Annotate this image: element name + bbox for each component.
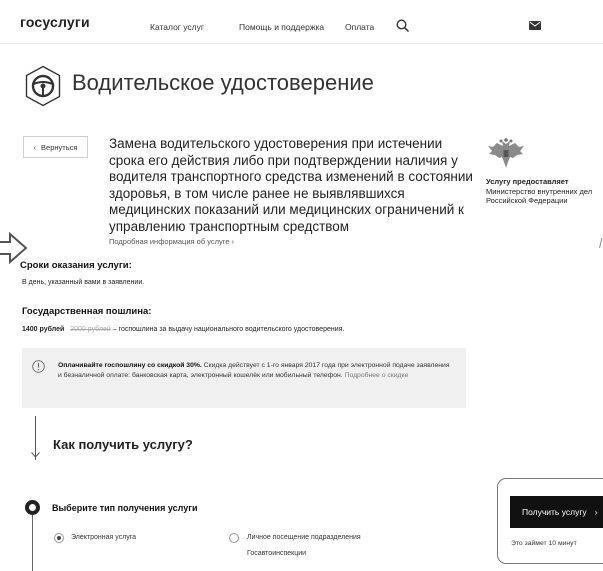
fee-text: 1400 рублей 2000 рублей – госпошлина за … [22, 326, 344, 333]
scroll-indicator [599, 238, 603, 248]
info-icon [32, 360, 45, 373]
fee-old-price: 2000 рублей [70, 326, 111, 333]
gosuslugi-logo[interactable]: госуслуги [20, 14, 90, 30]
terms-text: В день, указанный вами в заявлении. [22, 279, 145, 286]
arrow-down-icon [31, 452, 40, 458]
provider-name: Министерство внутренних дел Российской Ф… [486, 186, 593, 206]
service-provider: Услугу предоставляет Министерство внутре… [486, 177, 603, 206]
chevron-left-icon: ‹ [33, 142, 37, 152]
service-title: Замена водительского удостоверения при и… [109, 136, 473, 234]
back-button-label: Вернуться [41, 142, 78, 152]
notice-text: Оплачивайте госпошлину со скидкой 30%. С… [58, 361, 453, 381]
get-service-button[interactable]: Получить услугу › [510, 496, 603, 528]
nav-link-help[interactable]: Помощь и поддержка [239, 22, 324, 32]
notice-more-link[interactable]: Подробнее о скидке [343, 372, 409, 379]
notice-bold: Оплачивайте госпошлину со скидкой 30%. [58, 362, 202, 369]
step-connector-line [32, 515, 33, 571]
nav-link-payment[interactable]: Оплата [345, 22, 374, 32]
fee-heading: Государственная пошлина: [22, 306, 152, 317]
fee-price: 1400 рублей [22, 326, 65, 333]
radio-personal-visit[interactable] [229, 533, 239, 543]
discount-notice: Оплачивайте госпошлину со скидкой 30%. С… [22, 348, 466, 408]
steering-wheel-icon [25, 65, 61, 107]
option-personal-visit-label[interactable]: Личное посещение подразделения Госавтоин… [247, 530, 387, 562]
double-headed-eagle-emblem [488, 138, 524, 168]
step-marker [25, 500, 40, 515]
cta-duration-note: Это займет 10 минут [511, 540, 577, 547]
terms-heading: Сроки оказания услуги: [20, 260, 132, 271]
nav-link-catalog[interactable]: Каталог услуг [150, 22, 204, 32]
mail-icon[interactable] [529, 21, 541, 30]
how-to-get-heading: Как получить услугу? [53, 437, 193, 452]
back-button[interactable]: ‹ Вернуться [23, 136, 88, 158]
top-navigation: госуслуги Каталог услуг Помощь и поддерж… [0, 0, 603, 44]
page-title: Водительское удостоверение [72, 70, 374, 95]
get-service-label: Получить услугу [522, 507, 587, 517]
option-electronic-label[interactable]: Электронная услуга [71, 530, 136, 546]
provider-label: Услугу предоставляет [486, 177, 569, 186]
chevron-right-icon: › [594, 507, 598, 517]
search-icon[interactable] [396, 19, 410, 33]
step-title: Выберите тип получения услуги [52, 503, 198, 513]
fee-description: – госпошлина за выдачу национального вод… [112, 326, 345, 333]
radio-electronic[interactable] [54, 533, 64, 543]
service-details-link[interactable]: Подробная информация об услуге › [109, 237, 234, 246]
